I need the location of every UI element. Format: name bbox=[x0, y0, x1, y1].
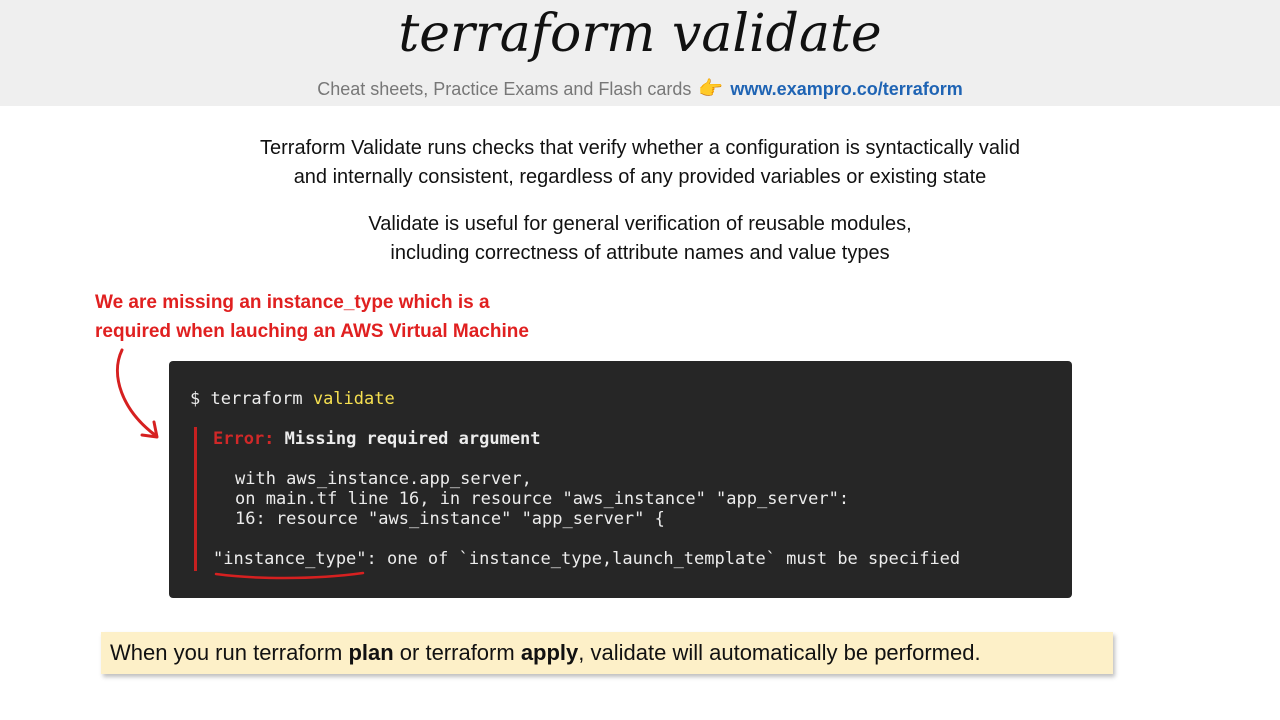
error-context-line: on main.tf line 16, in resource "aws_ins… bbox=[235, 489, 850, 509]
subtitle: Cheat sheets, Practice Exams and Flash c… bbox=[0, 76, 1280, 101]
error-heading: Error: Missing required argument bbox=[213, 429, 541, 449]
subtitle-text: Cheat sheets, Practice Exams and Flash c… bbox=[317, 79, 692, 99]
command-keyword: validate bbox=[312, 389, 395, 409]
description-paragraph-1: Terraform Validate runs checks that veri… bbox=[0, 134, 1280, 192]
note-bold-plan: plan bbox=[348, 640, 394, 665]
description-paragraph-2: Validate is useful for general verificat… bbox=[0, 210, 1280, 268]
command-prompt: $ terraform bbox=[190, 389, 313, 409]
pointing-hand-icon: 👉 bbox=[698, 78, 724, 100]
note-text: , validate will automatically be perform… bbox=[578, 640, 981, 665]
header-bar: terraform validate Cheat sheets, Practic… bbox=[0, 0, 1280, 106]
annotation-line: We are missing an instance_type which is… bbox=[95, 292, 490, 313]
error-context-line: with aws_instance.app_server, bbox=[235, 469, 532, 489]
error-indicator-bar bbox=[194, 427, 197, 571]
handwritten-underline bbox=[214, 571, 365, 580]
command-line: $ terraform validate bbox=[190, 389, 395, 409]
note-callout: When you run terraform plan or terraform… bbox=[101, 632, 1113, 674]
description-line: Terraform Validate runs checks that veri… bbox=[260, 137, 1020, 159]
note-text: or terraform bbox=[393, 640, 521, 665]
annotation-arrow-icon bbox=[115, 348, 159, 439]
description-line: and internally consistent, regardless of… bbox=[293, 166, 987, 188]
description-line: Validate is useful for general verificat… bbox=[368, 213, 912, 235]
description-line: including correctness of attribute names… bbox=[390, 242, 890, 264]
error-context-line: 16: resource "aws_instance" "app_server"… bbox=[235, 509, 665, 529]
note-text: When you run terraform bbox=[110, 640, 349, 665]
error-annotation: We are missing an instance_type which is… bbox=[95, 288, 615, 346]
terminal-output: $ terraform validate Error: Missing requ… bbox=[169, 361, 1072, 598]
annotation-line: required when lauching an AWS Virtual Ma… bbox=[95, 321, 529, 342]
error-label: Error: bbox=[213, 429, 275, 449]
exampro-link[interactable]: www.exampro.co/terraform bbox=[730, 79, 962, 99]
error-title: Missing required argument bbox=[274, 429, 541, 449]
note-bold-apply: apply bbox=[520, 640, 579, 665]
page-title: terraform validate bbox=[398, 4, 882, 64]
